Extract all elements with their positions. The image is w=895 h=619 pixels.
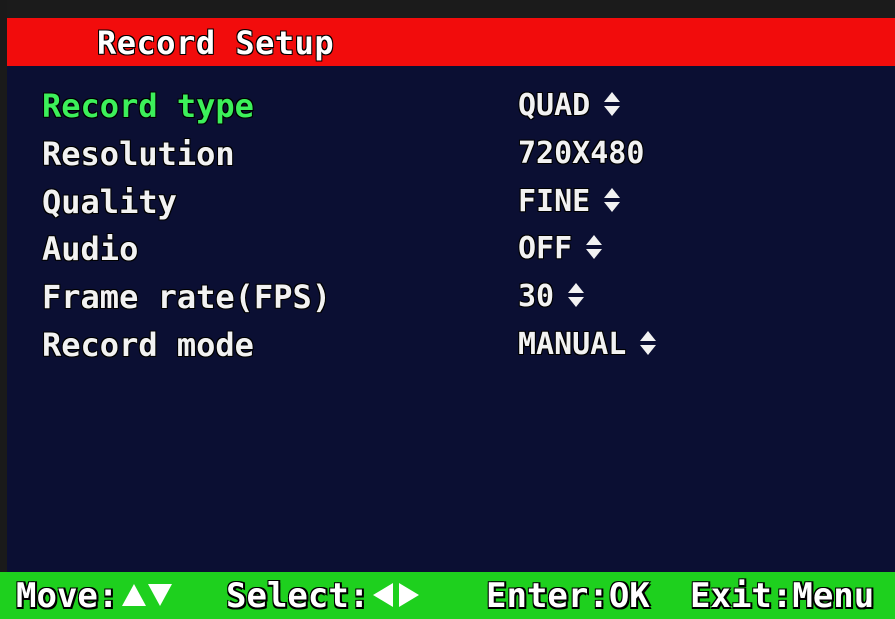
menu-item-audio[interactable]: Audio OFF — [0, 227, 895, 273]
up-down-icon — [604, 187, 621, 212]
up-down-icon — [568, 282, 585, 307]
menu-item-label: Frame rate(FPS) — [42, 278, 331, 316]
menu-item-frame-rate[interactable]: Frame rate(FPS) 30 — [0, 275, 895, 321]
enter-hint: Enter:OK — [486, 576, 650, 616]
left-arrow-icon — [373, 582, 394, 607]
help-bar: Move: Select: Enter:OK Exit:Menu — [0, 572, 895, 619]
menu-item-value[interactable]: OFF — [518, 227, 603, 271]
menu-item-label: Quality — [42, 183, 177, 221]
right-arrow-icon — [399, 582, 420, 607]
menu-item-value: 720X480 — [518, 136, 645, 171]
menu-item-label: Record type — [42, 87, 254, 125]
move-hint: Move: — [16, 576, 173, 616]
top-border — [0, 0, 895, 18]
menu-item-record-mode[interactable]: Record mode MANUAL — [0, 323, 895, 369]
menu-item-quality[interactable]: Quality FINE — [0, 180, 895, 226]
up-arrow-icon — [122, 583, 147, 606]
select-hint: Select: — [226, 576, 420, 616]
menu-item-resolution[interactable]: Resolution 720X480 — [0, 132, 895, 178]
exit-hint: Exit:Menu — [690, 576, 875, 616]
up-down-icon — [640, 330, 657, 355]
page-title: Record Setup — [97, 24, 335, 62]
menu-item-value[interactable]: MANUAL — [518, 323, 657, 367]
osd-screen: Record Setup Record type QUAD Resolution… — [0, 0, 895, 619]
up-down-icon — [586, 234, 603, 259]
up-down-icon — [604, 91, 621, 116]
down-arrow-icon — [148, 583, 173, 606]
menu-item-value[interactable]: QUAD — [518, 84, 621, 128]
menu-item-value[interactable]: 30 — [518, 275, 585, 319]
menu-item-label: Resolution — [42, 135, 235, 173]
menu-item-record-type[interactable]: Record type QUAD — [0, 84, 895, 130]
menu-item-label: Audio — [42, 230, 139, 268]
title-bar: Record Setup — [7, 18, 895, 66]
menu-item-value[interactable]: FINE — [518, 180, 621, 224]
menu-item-label: Record mode — [42, 326, 254, 364]
